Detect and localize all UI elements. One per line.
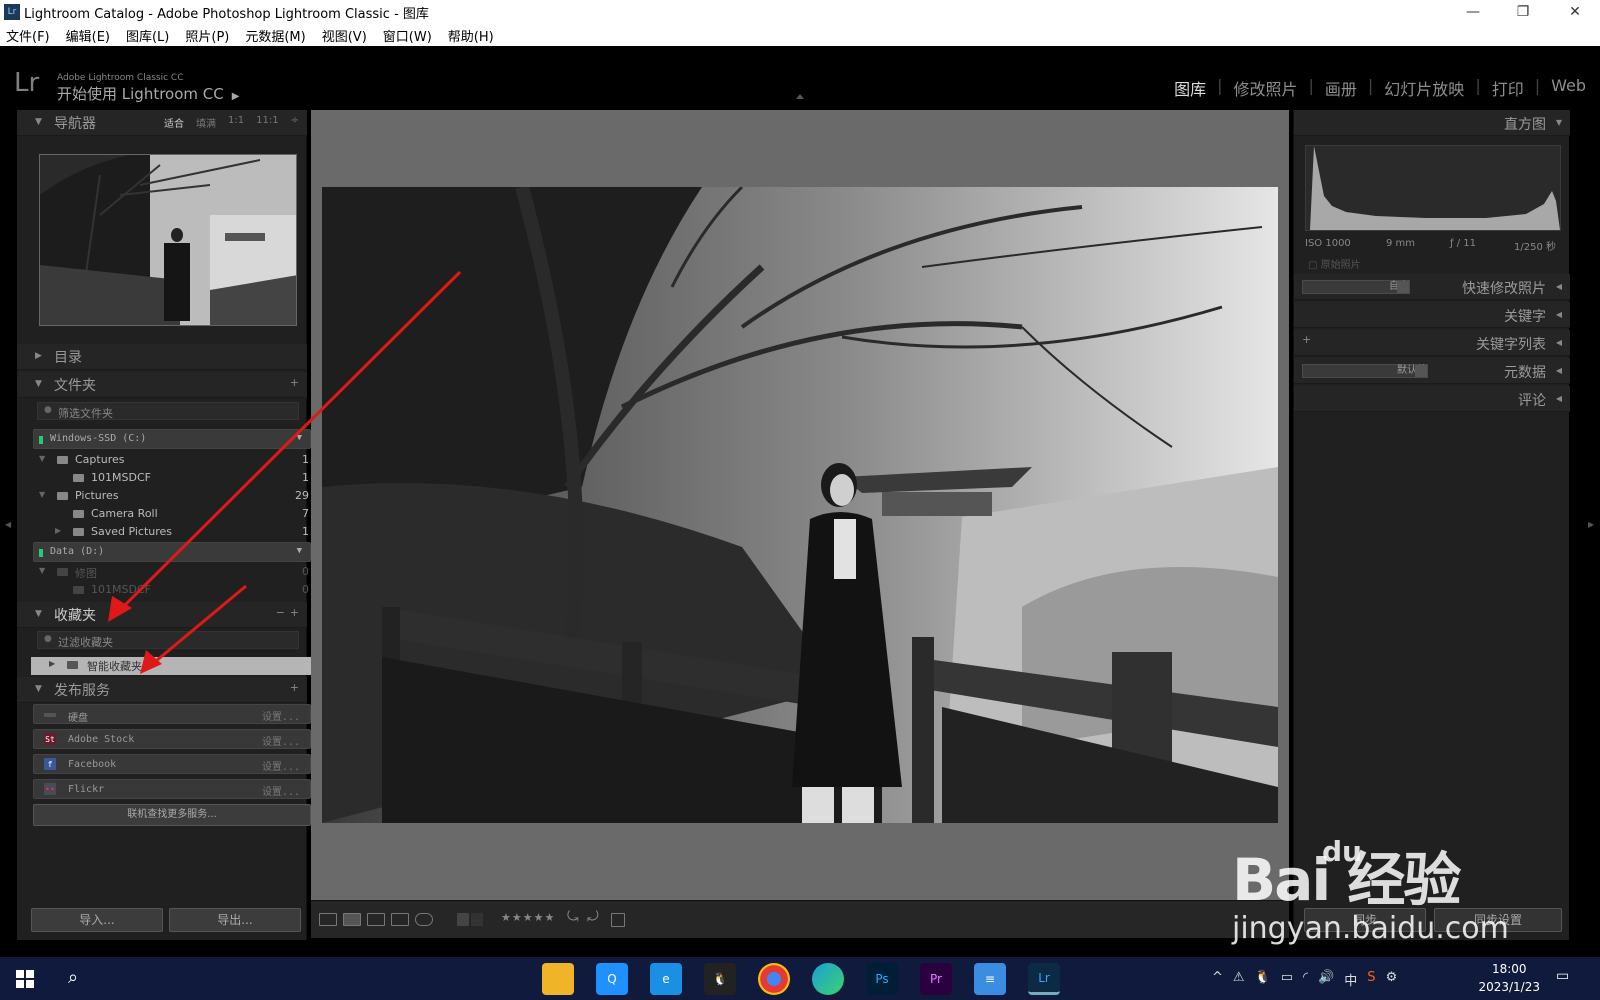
qq-icon[interactable]: 🐧: [704, 963, 736, 995]
windows-taskbar: ⌕ Q e 🐧 Ps Pr ≡ Lr ^ ⚠ 🐧 ▭ ◜ 🔊 中 S ⚙ 18:…: [0, 957, 1600, 1000]
photoshop-icon[interactable]: Ps: [866, 963, 898, 995]
battery-icon[interactable]: ▭: [1281, 970, 1293, 989]
wifi-icon[interactable]: ◜: [1303, 970, 1308, 989]
settings-gear-icon[interactable]: ⚙: [1386, 970, 1398, 989]
clock[interactable]: 18:00 2023/1/23: [1478, 960, 1540, 996]
volume-icon[interactable]: 🔊: [1318, 970, 1334, 989]
clock-date: 2023/1/23: [1478, 980, 1540, 994]
file-explorer-icon[interactable]: [542, 963, 574, 995]
watermark-url: jingyan.baidu.com: [1232, 911, 1509, 946]
start-button[interactable]: [16, 970, 34, 988]
premiere-icon[interactable]: Pr: [920, 963, 952, 995]
lightroom-icon[interactable]: Lr: [1028, 963, 1060, 995]
ime-indicator[interactable]: 中: [1344, 970, 1357, 989]
chrome-icon[interactable]: [758, 963, 790, 995]
search-icon[interactable]: ⌕: [68, 967, 78, 988]
edge-icon[interactable]: [812, 963, 844, 995]
notepad-icon[interactable]: ≡: [974, 963, 1006, 995]
tray-warning-icon[interactable]: ⚠: [1233, 970, 1245, 989]
baidu-watermark: Bai 经验 du jingyan.baidu.com: [1232, 833, 1509, 946]
watermark-paw: du: [1322, 835, 1362, 868]
sogou-icon[interactable]: S: [1367, 970, 1375, 989]
edge-legacy-icon[interactable]: e: [650, 963, 682, 995]
tray-overflow-icon[interactable]: ^: [1212, 970, 1223, 989]
system-tray: ^ ⚠ 🐧 ▭ ◜ 🔊 中 S ⚙: [1212, 970, 1397, 989]
notification-icon[interactable]: ▭: [1556, 968, 1569, 984]
clock-time: 18:00: [1491, 962, 1527, 976]
browser-q-icon[interactable]: Q: [596, 963, 628, 995]
tray-qq-icon[interactable]: 🐧: [1255, 970, 1271, 989]
